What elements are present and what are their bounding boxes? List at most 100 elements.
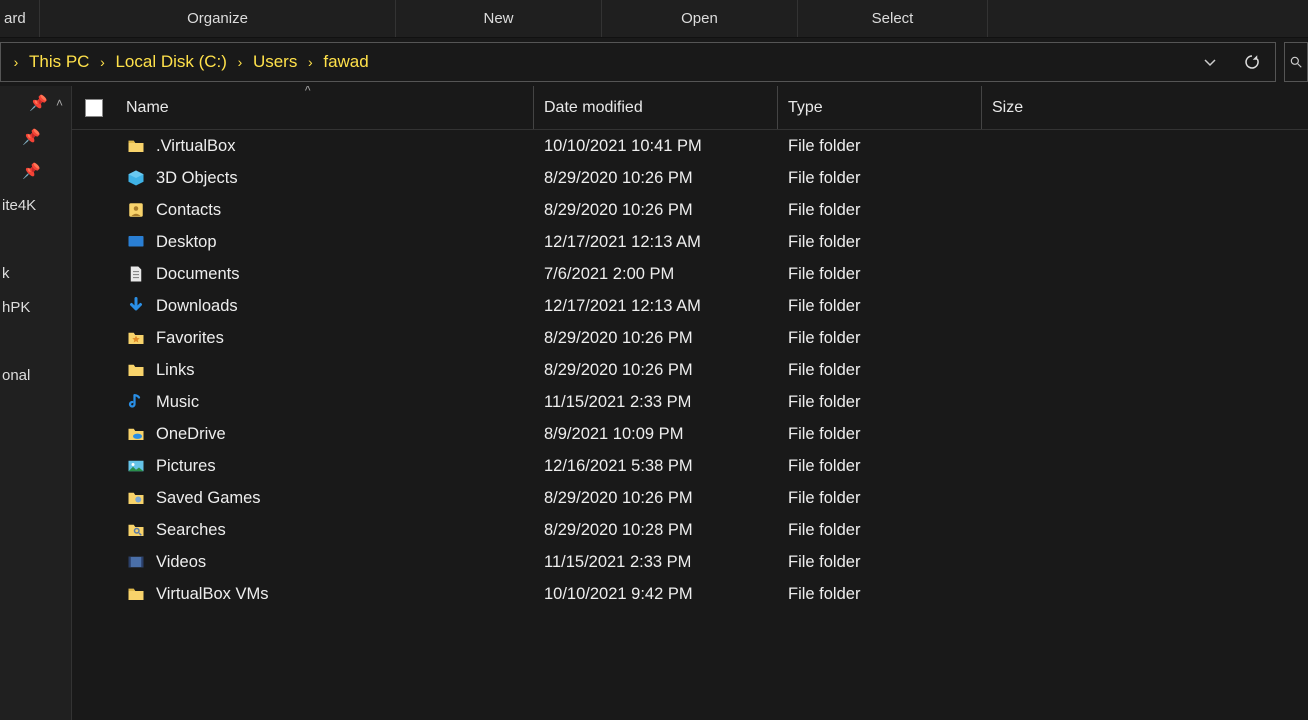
file-type: File folder	[778, 329, 982, 348]
column-header-name[interactable]: ˄ Name	[116, 86, 534, 129]
file-date: 12/17/2021 12:13 AM	[534, 233, 778, 252]
chevron-right-icon[interactable]: ›	[301, 54, 319, 70]
file-name: VirtualBox VMs	[148, 585, 534, 604]
file-row[interactable]: Favorites8/29/2020 10:26 PMFile folder	[72, 322, 1308, 354]
file-name: Saved Games	[148, 489, 534, 508]
file-date: 11/15/2021 2:33 PM	[534, 553, 778, 572]
file-type: File folder	[778, 265, 982, 284]
saved-icon	[124, 489, 148, 507]
column-headers: ˄ Name Date modified Type Size	[72, 86, 1308, 130]
select-all-checkbox[interactable]	[72, 99, 116, 117]
chevron-right-icon[interactable]: ›	[231, 54, 249, 70]
crumb-local-disk[interactable]: Local Disk (C:)	[111, 43, 230, 81]
file-row[interactable]: 3D Objects8/29/2020 10:26 PMFile folder	[72, 162, 1308, 194]
chevron-up-icon: ˄	[56, 96, 63, 110]
ribbon-tab-organize[interactable]: Organize	[40, 0, 396, 37]
file-name: Pictures	[148, 457, 534, 476]
file-date: 8/29/2020 10:28 PM	[534, 521, 778, 540]
file-name: Desktop	[148, 233, 534, 252]
pictures-icon	[124, 457, 148, 475]
address-history-dropdown[interactable]	[1189, 43, 1231, 81]
music-icon	[124, 393, 148, 411]
file-date: 12/17/2021 12:13 AM	[534, 297, 778, 316]
chevron-right-icon[interactable]: ›	[93, 54, 111, 70]
file-type: File folder	[778, 553, 982, 572]
file-row[interactable]: VirtualBox VMs10/10/2021 9:42 PMFile fol…	[72, 578, 1308, 610]
column-label: Size	[992, 99, 1023, 117]
file-date: 8/29/2020 10:26 PM	[534, 329, 778, 348]
ribbon-tab-open[interactable]: Open	[602, 0, 798, 37]
nav-item-label[interactable]: k	[0, 256, 71, 290]
file-row[interactable]: Music11/15/2021 2:33 PMFile folder	[72, 386, 1308, 418]
folder-icon	[124, 137, 148, 155]
navigation-pane[interactable]: 📌 ˄ 📌 📌 ite4K k hPK onal	[0, 86, 72, 720]
file-row[interactable]: OneDrive8/9/2021 10:09 PMFile folder	[72, 418, 1308, 450]
file-row[interactable]: Documents7/6/2021 2:00 PMFile folder	[72, 258, 1308, 290]
file-list: ˄ Name Date modified Type Size .VirtualB…	[72, 86, 1308, 720]
file-row[interactable]: Desktop12/17/2021 12:13 AMFile folder	[72, 226, 1308, 258]
contacts-icon	[124, 201, 148, 219]
file-row[interactable]: Saved Games8/29/2020 10:26 PMFile folder	[72, 482, 1308, 514]
crumb-this-pc[interactable]: This PC	[25, 43, 93, 81]
searches-icon	[124, 521, 148, 539]
column-label: Type	[788, 99, 823, 117]
file-type: File folder	[778, 425, 982, 444]
file-type: File folder	[778, 297, 982, 316]
documents-icon	[124, 265, 148, 283]
file-row[interactable]: Links8/29/2020 10:26 PMFile folder	[72, 354, 1308, 386]
file-date: 11/15/2021 2:33 PM	[534, 393, 778, 412]
sort-asc-icon: ˄	[305, 86, 311, 95]
breadcrumb: › This PC › Local Disk (C:) › Users › fa…	[1, 43, 1189, 81]
ribbon-tab-select[interactable]: Select	[798, 0, 988, 37]
quick-access-pin[interactable]: 📌 ˄	[0, 86, 71, 120]
file-row[interactable]: Pictures12/16/2021 5:38 PMFile folder	[72, 450, 1308, 482]
file-type: File folder	[778, 169, 982, 188]
crumb-fawad[interactable]: fawad	[319, 43, 372, 81]
file-row[interactable]: .VirtualBox10/10/2021 10:41 PMFile folde…	[72, 130, 1308, 162]
file-row[interactable]: Downloads12/17/2021 12:13 AMFile folder	[72, 290, 1308, 322]
nav-pinned-item[interactable]: 📌	[0, 154, 71, 188]
nav-item-label[interactable]: hPK	[0, 290, 71, 324]
file-date: 8/29/2020 10:26 PM	[534, 361, 778, 380]
file-name: Videos	[148, 553, 534, 572]
file-date: 12/16/2021 5:38 PM	[534, 457, 778, 476]
file-type: File folder	[778, 393, 982, 412]
address-bar[interactable]: › This PC › Local Disk (C:) › Users › fa…	[0, 42, 1276, 82]
links-icon	[124, 361, 148, 379]
nav-pinned-item[interactable]: 📌	[0, 120, 71, 154]
file-name: 3D Objects	[148, 169, 534, 188]
file-name: OneDrive	[148, 425, 534, 444]
refresh-button[interactable]	[1231, 43, 1273, 81]
favorites-icon	[124, 329, 148, 347]
ribbon-tab-new[interactable]: New	[396, 0, 602, 37]
file-type: File folder	[778, 489, 982, 508]
nav-item-label[interactable]: onal	[0, 358, 71, 392]
file-name: Documents	[148, 265, 534, 284]
column-header-size[interactable]: Size	[982, 86, 1108, 129]
chevron-right-icon[interactable]: ›	[7, 54, 25, 70]
file-name: Contacts	[148, 201, 534, 220]
column-label: Date modified	[544, 99, 643, 117]
crumb-users[interactable]: Users	[249, 43, 301, 81]
file-name: Searches	[148, 521, 534, 540]
nav-item-label[interactable]: ite4K	[0, 188, 71, 222]
file-row[interactable]: Searches8/29/2020 10:28 PMFile folder	[72, 514, 1308, 546]
videos-icon	[124, 553, 148, 571]
file-type: File folder	[778, 361, 982, 380]
downloads-icon	[124, 297, 148, 315]
file-name: Music	[148, 393, 534, 412]
file-name: Downloads	[148, 297, 534, 316]
column-header-type[interactable]: Type	[778, 86, 982, 129]
file-date: 8/9/2021 10:09 PM	[534, 425, 778, 444]
file-date: 8/29/2020 10:26 PM	[534, 201, 778, 220]
pin-icon: 📌	[29, 94, 48, 112]
file-type: File folder	[778, 585, 982, 604]
file-name: Favorites	[148, 329, 534, 348]
file-row[interactable]: Contacts8/29/2020 10:26 PMFile folder	[72, 194, 1308, 226]
file-type: File folder	[778, 233, 982, 252]
column-header-date[interactable]: Date modified	[534, 86, 778, 129]
file-row[interactable]: Videos11/15/2021 2:33 PMFile folder	[72, 546, 1308, 578]
column-label: Name	[126, 99, 169, 117]
search-box[interactable]	[1284, 42, 1308, 82]
ribbon-tab-clipboard[interactable]: ard	[0, 0, 40, 37]
